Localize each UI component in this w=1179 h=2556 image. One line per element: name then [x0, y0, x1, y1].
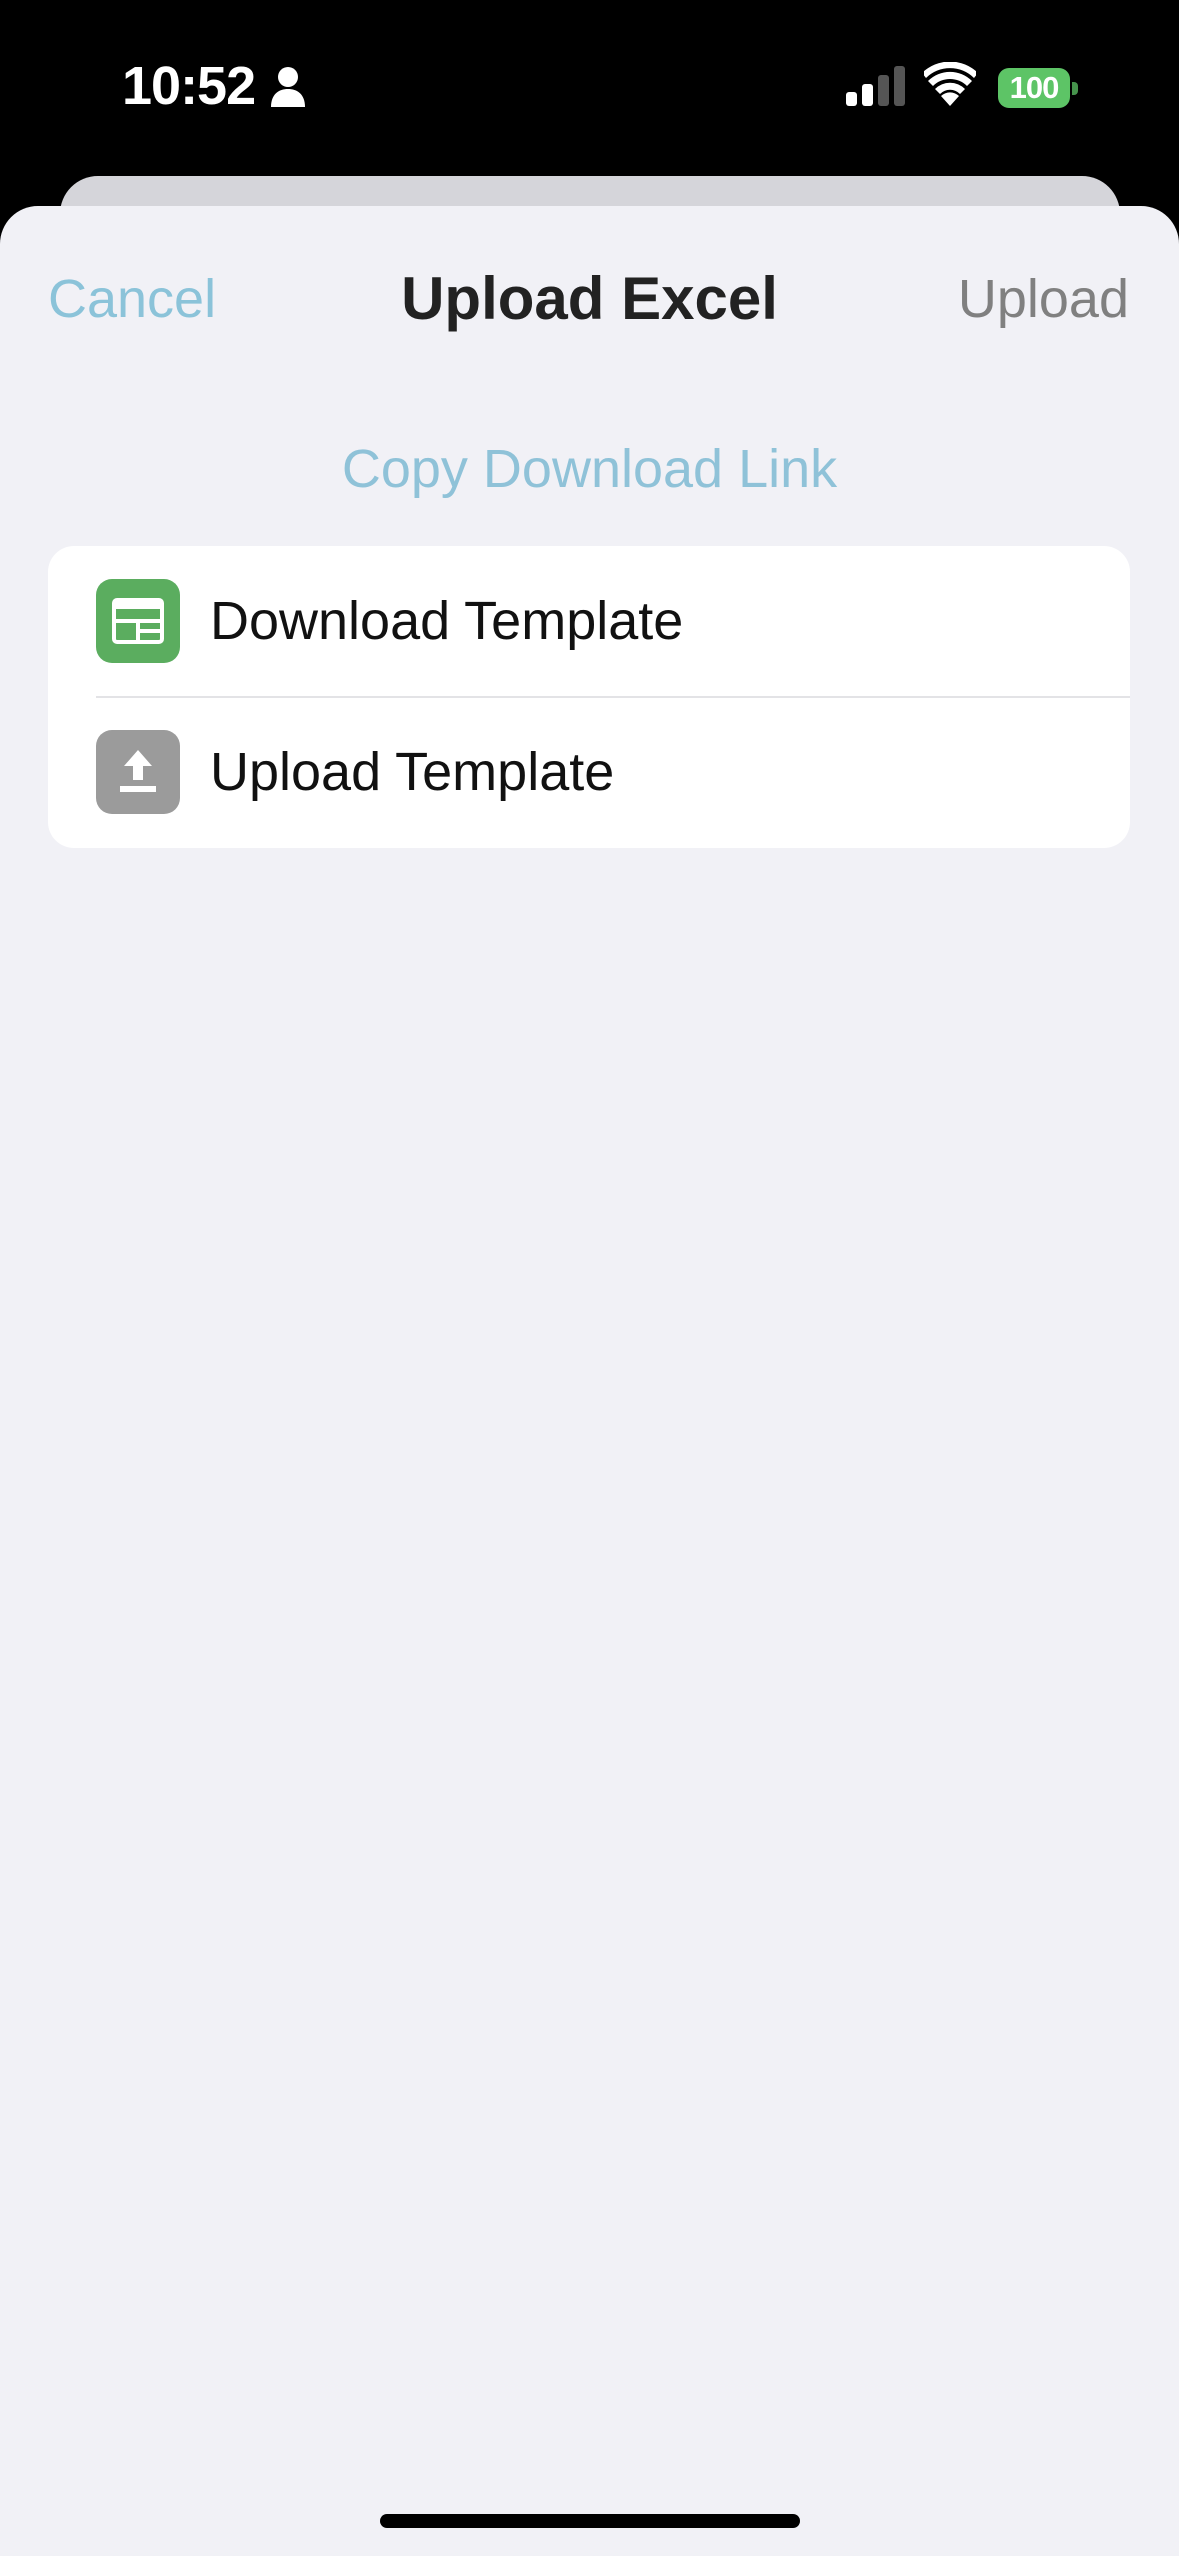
list-item-upload-template[interactable]: Upload Template [48, 697, 1130, 848]
person-icon [271, 67, 305, 107]
spreadsheet-icon [96, 579, 180, 663]
list-item-label: Download Template [210, 591, 684, 651]
upload-excel-sheet: Cancel Upload Excel Upload Copy Download… [0, 206, 1179, 2556]
list-item-label: Upload Template [210, 742, 615, 802]
status-time: 10:52 [122, 56, 256, 116]
battery-level: 100 [998, 68, 1070, 108]
battery-nub [1072, 82, 1078, 95]
list-item-download-template[interactable]: Download Template [48, 546, 1130, 698]
status-bar: 10:52 100 [0, 0, 1179, 170]
battery-indicator: 100 [998, 68, 1078, 108]
cellular-signal-icon [846, 66, 905, 106]
wifi-icon [924, 62, 976, 106]
template-options-list: Download Template Upload Template [48, 546, 1130, 848]
upload-icon [96, 730, 180, 814]
cancel-button[interactable]: Cancel [48, 268, 216, 330]
upload-button[interactable]: Upload [958, 268, 1129, 330]
copy-download-link-button[interactable]: Copy Download Link [0, 438, 1179, 500]
home-indicator[interactable] [380, 2514, 800, 2528]
